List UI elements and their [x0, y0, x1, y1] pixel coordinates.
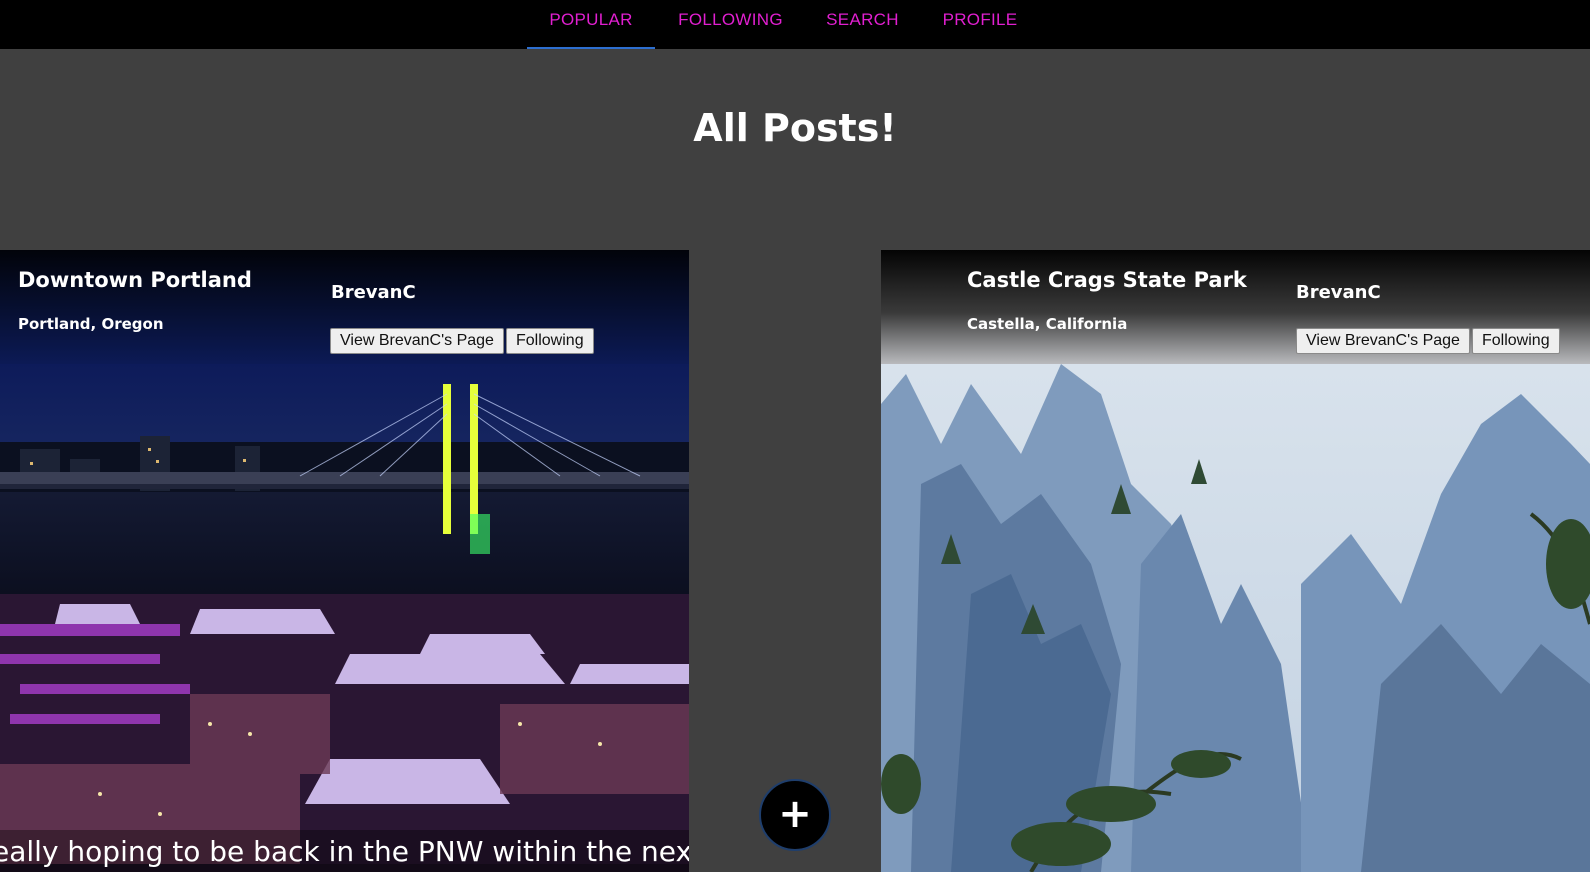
- post-location: Castella, California: [967, 315, 1128, 333]
- tab-search[interactable]: SEARCH: [815, 0, 910, 47]
- following-button[interactable]: Following: [1472, 328, 1560, 354]
- following-button[interactable]: Following: [506, 328, 594, 354]
- page-title: All Posts!: [693, 106, 897, 150]
- post-image[interactable]: [881, 364, 1590, 872]
- castle-crags-photo: [881, 364, 1590, 872]
- portland-night-photo: [0, 364, 689, 872]
- view-user-page-button[interactable]: View BrevanC's Page: [330, 328, 504, 354]
- add-post-button[interactable]: +: [759, 779, 831, 851]
- tab-popular[interactable]: POPULAR: [527, 0, 655, 49]
- post-header: Castle Crags State Park Castella, Califo…: [881, 250, 1590, 364]
- tab-following[interactable]: FOLLOWING: [664, 0, 797, 47]
- tab-profile[interactable]: PROFILE: [932, 0, 1028, 47]
- post-image[interactable]: [0, 364, 689, 872]
- post-title: Downtown Portland: [18, 268, 252, 292]
- post-caption: eally hoping to be back in the PNW withi…: [0, 830, 689, 872]
- post-username: BrevanC: [1296, 282, 1381, 303]
- post-location: Portland, Oregon: [18, 315, 164, 333]
- post-card-portland[interactable]: Downtown Portland Portland, Oregon Breva…: [0, 250, 689, 872]
- post-card-castle-crags[interactable]: Castle Crags State Park Castella, Califo…: [881, 250, 1590, 872]
- post-username: BrevanC: [331, 282, 416, 303]
- post-header: Downtown Portland Portland, Oregon Breva…: [0, 250, 689, 364]
- post-title: Castle Crags State Park: [967, 268, 1247, 292]
- view-user-page-button[interactable]: View BrevanC's Page: [1296, 328, 1470, 354]
- top-navigation: POPULAR FOLLOWING SEARCH PROFILE: [0, 0, 1590, 49]
- plus-icon: +: [778, 791, 812, 837]
